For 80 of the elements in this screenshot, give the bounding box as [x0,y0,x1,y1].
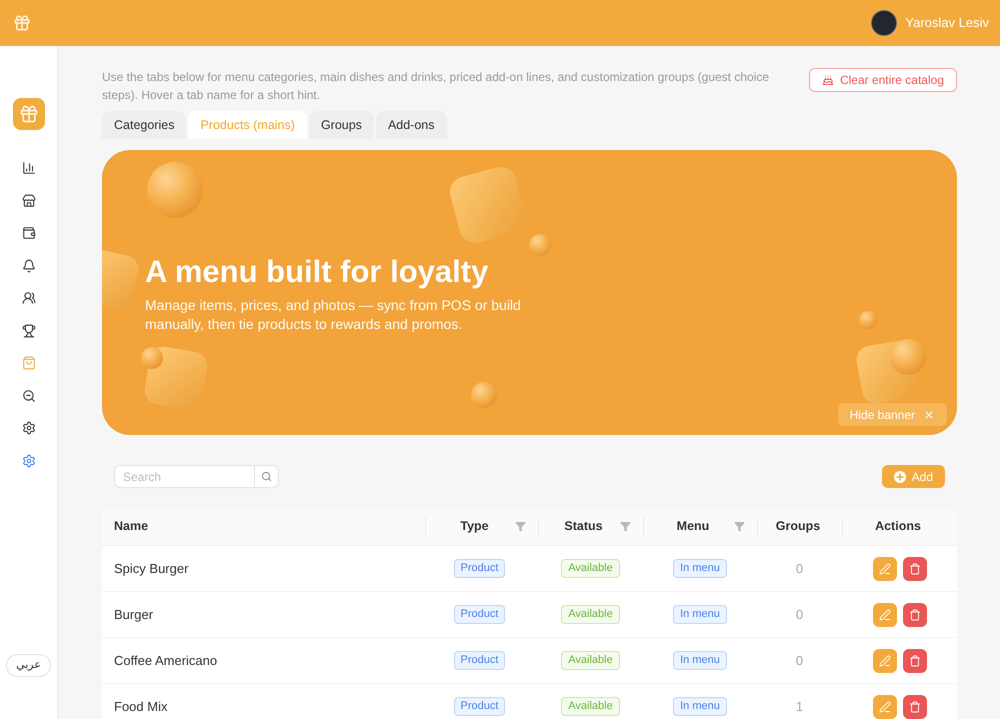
sphere-shape [471,382,497,408]
filter-icon[interactable] [515,521,526,532]
users-icon[interactable] [22,291,36,306]
status-badge: Available [561,559,620,578]
sphere-shape [890,339,926,375]
gift-logo-icon[interactable] [12,98,44,130]
edit-button[interactable] [872,556,896,580]
menu-badge: In menu [673,651,727,670]
column-header: Status [564,518,603,536]
store-icon[interactable] [22,194,36,208]
bell-icon[interactable] [22,258,36,273]
search-icon [261,471,272,482]
delete-button[interactable] [902,556,926,580]
language-button[interactable]: عربي [6,654,51,677]
product-name: Food Mix [114,698,168,714]
user-name[interactable]: Yaroslav Lesiv [905,13,989,33]
status-badge: Available [561,605,620,624]
groups-count: 1 [796,698,804,716]
column-header: Actions [875,518,921,536]
sphere-shape [529,234,551,256]
sphere-shape [147,162,203,218]
column-header: Groups [776,518,820,536]
groups-count: 0 [796,652,804,670]
sphere-shape [141,347,163,369]
shopping-bag-icon[interactable] [22,356,36,370]
tab[interactable]: Add-ons [376,111,446,139]
page-description: Use the tabs below for menu categories, main dishes and drinks, priced add-on lines, and customization groups (guest choice steps). Hover a tab name for a short hint. [102,69,770,104]
pencil-icon [878,562,890,574]
search-field[interactable]: Search [114,465,255,488]
status-badge: Available [561,697,620,716]
column-header: Name [114,518,148,536]
type-badge: Product [454,697,506,716]
product-name: Burger [114,606,154,622]
search-button[interactable] [255,465,279,488]
edit-button[interactable] [872,694,896,718]
gift-icon [13,14,31,32]
tab[interactable]: Products (mains) [188,111,307,139]
delete-button[interactable] [902,602,926,626]
menu-badge: In menu [673,605,727,624]
filter-icon[interactable] [734,521,745,532]
plus-circle-icon [894,470,906,482]
settings-icon[interactable] [22,421,36,436]
banner-subtitle: Manage items, prices, and photos — sync from POS or build manually, then tie products to rewards and promos. [145,296,522,334]
avatar-placeholder[interactable] [871,10,898,36]
wallet-icon[interactable] [22,226,36,240]
tab[interactable]: Categories [102,111,186,139]
groups-count: 0 [796,560,804,578]
delete-button[interactable] [902,648,926,672]
pencil-icon [878,654,890,666]
trash-icon [908,562,920,574]
product-name: Spicy Burger [114,560,188,576]
trash-icon [908,608,920,620]
sphere-shape [859,311,877,329]
type-badge: Product [454,651,506,670]
bar-chart-icon[interactable] [22,161,36,176]
menu-badge: In menu [673,559,727,578]
status-badge: Available [561,651,620,670]
column-header: Type [460,518,489,536]
delete-button[interactable] [902,694,926,718]
edit-button[interactable] [872,602,896,626]
product-name: Coffee Americano [114,652,218,668]
magnifier-minus-icon[interactable] [22,388,36,403]
trash-icon [908,654,920,666]
close-icon [923,408,935,420]
banner-title: A menu built for loyalty [145,254,488,290]
add-button[interactable]: Add [882,465,945,488]
type-badge: Product [454,605,506,624]
column-header: Menu [676,518,710,536]
pencil-icon [878,608,890,620]
trash-icon [908,700,920,712]
groups-count: 0 [796,606,804,624]
type-badge: Product [454,559,506,578]
pencil-icon [878,700,890,712]
tab[interactable]: Groups [308,111,374,139]
filter-icon[interactable] [620,521,631,532]
edit-button[interactable] [872,648,896,672]
clear-catalog-button[interactable]: Clear entire catalog [808,68,957,92]
hide-banner-button[interactable]: Hide banner [838,403,947,426]
menu-badge: In menu [673,697,727,716]
trophy-icon[interactable] [22,324,36,338]
